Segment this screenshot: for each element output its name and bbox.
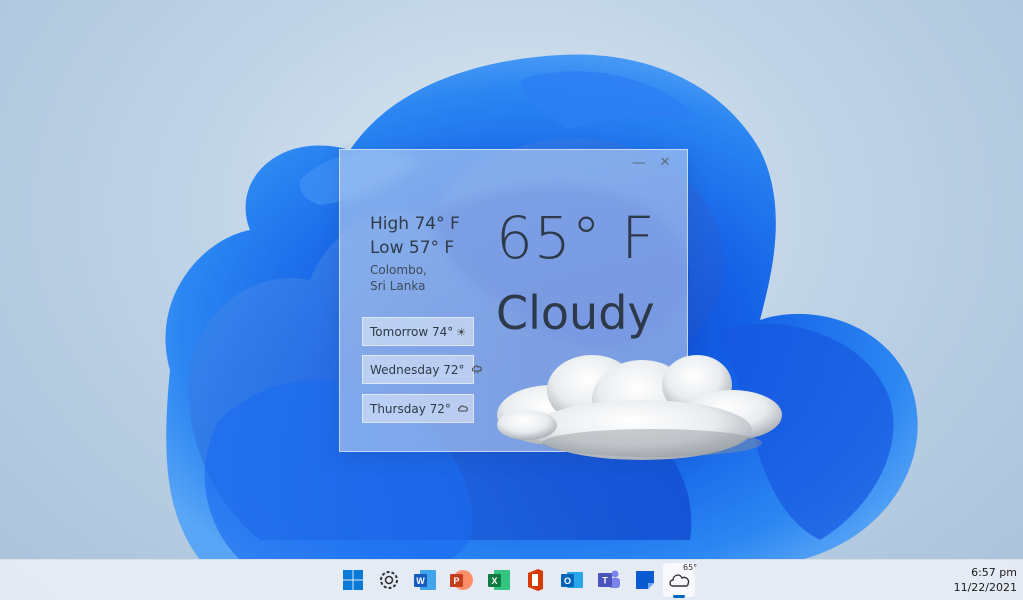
powerpoint-icon[interactable]: P — [448, 567, 474, 593]
forecast-wednesday[interactable]: Wednesday 72° — [362, 355, 482, 384]
current-condition: Cloudy — [496, 286, 655, 340]
forecast-tomorrow[interactable]: Tomorrow 74° ☀ — [362, 317, 474, 346]
clock-date: 11/22/2021 — [953, 581, 1017, 594]
forecast-label: Tomorrow 74° — [370, 325, 454, 339]
teams-icon[interactable]: T — [596, 567, 622, 593]
current-temperature: 65° F — [496, 204, 656, 272]
outlook-icon[interactable]: O — [559, 567, 585, 593]
svg-text:T: T — [602, 576, 608, 586]
sticky-notes-icon[interactable] — [632, 567, 658, 593]
sun-icon: ☀ — [456, 326, 467, 339]
system-clock[interactable]: 6:57 pm 11/22/2021 — [954, 565, 1017, 595]
forecast-label: Wednesday 72° — [370, 363, 465, 377]
minimize-icon[interactable]: — — [628, 154, 650, 172]
clock-time: 6:57 pm — [971, 566, 1017, 579]
taskbar: W P X O T 65° 6:57 pm 11/22/2021 — [0, 559, 1023, 600]
weather-badge: 65° — [683, 563, 698, 572]
location-city: Colombo, — [370, 263, 427, 277]
cloud-rain-icon — [468, 364, 484, 377]
close-icon[interactable]: ✕ — [654, 154, 676, 172]
office-icon[interactable] — [522, 567, 548, 593]
cloud-illustration — [497, 355, 782, 460]
word-icon[interactable]: W — [412, 567, 438, 593]
high-temperature: High 74° F — [370, 214, 460, 234]
svg-text:P: P — [453, 576, 459, 586]
active-app-indicator — [673, 595, 685, 598]
low-temperature: Low 57° F — [370, 238, 455, 258]
cloud-icon — [454, 403, 470, 416]
settings-icon[interactable] — [376, 567, 402, 593]
svg-text:X: X — [491, 576, 497, 586]
start-icon[interactable] — [340, 567, 366, 593]
svg-text:O: O — [564, 576, 571, 586]
excel-icon[interactable]: X — [486, 567, 512, 593]
forecast-label: Thursday 72° — [370, 402, 451, 416]
forecast-thursday[interactable]: Thursday 72° — [362, 394, 474, 423]
svg-text:W: W — [416, 576, 425, 586]
location-country: Sri Lanka — [370, 279, 426, 293]
location: Colombo, Sri Lanka — [370, 262, 470, 294]
